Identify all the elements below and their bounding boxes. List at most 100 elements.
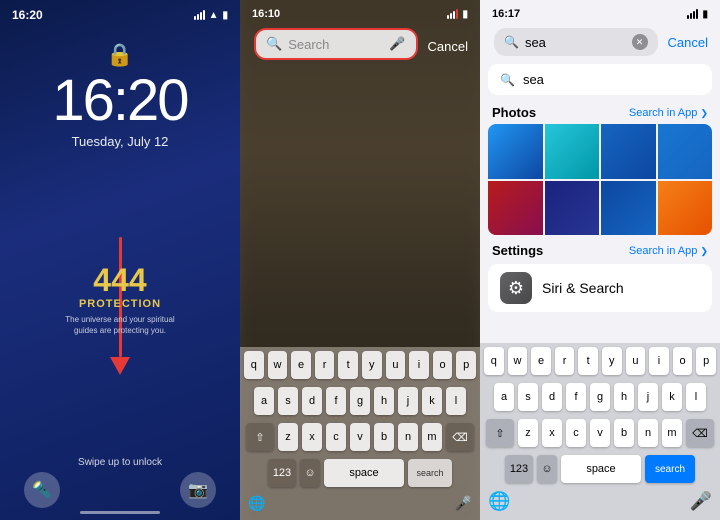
key-g[interactable]: g [350,387,370,415]
r-key-d[interactable]: d [542,383,562,411]
r-key-l[interactable]: l [686,383,706,411]
r-key-e[interactable]: e [531,347,551,375]
r-key-u[interactable]: u [626,347,646,375]
r-key-n[interactable]: n [638,419,658,447]
r-shift-key[interactable]: ⇧ [486,419,514,447]
protection-label: PROTECTION [60,298,180,310]
backspace-key[interactable]: ⌫ [446,423,474,451]
key-w[interactable]: w [268,351,288,379]
key-k[interactable]: k [422,387,442,415]
spotlight-status-icons: ▮ [447,9,468,20]
key-j[interactable]: j [398,387,418,415]
flashlight-button[interactable]: 🔦 [24,472,60,508]
photos-section-header: Photos Search in App ❯ [480,99,720,122]
photo-6[interactable] [545,181,600,236]
photo-1[interactable] [488,124,543,179]
r-key-i[interactable]: i [649,347,669,375]
key-m[interactable]: m [422,423,442,451]
r-key-x[interactable]: x [542,419,562,447]
r-key-w[interactable]: w [508,347,528,375]
r-mic-key[interactable]: 🎤 [690,491,712,512]
photo-8[interactable] [658,181,713,236]
key-e[interactable]: e [291,351,311,379]
key-d[interactable]: d [302,387,322,415]
key-r[interactable]: r [315,351,335,379]
clear-search-button[interactable]: ✕ [632,34,648,50]
results-cancel-button[interactable]: Cancel [668,35,708,50]
wifi-icon: ▲ [209,10,219,21]
photo-2[interactable] [545,124,600,179]
spotlight-search-bar[interactable]: 🔍 Search 🎤 [254,28,418,60]
key-z[interactable]: z [278,423,298,451]
r-key-j[interactable]: j [638,383,658,411]
key-p[interactable]: p [456,351,476,379]
photos-search-in-app[interactable]: Search in App ❯ [629,107,708,119]
spotlight-search-row: 🔍 Search 🎤 Cancel [240,24,480,64]
r-key-o[interactable]: o [673,347,693,375]
mic-icon[interactable]: 🎤 [389,36,405,52]
r-key-k[interactable]: k [662,383,682,411]
emoji-key[interactable]: ☺ [300,459,320,487]
key-c[interactable]: c [326,423,346,451]
globe-key[interactable]: 🌐 [248,495,265,512]
r-space-key[interactable]: space [561,455,641,483]
r-key-q[interactable]: q [484,347,504,375]
space-key[interactable]: space [324,459,404,487]
r-key-v[interactable]: v [590,419,610,447]
key-i[interactable]: i [409,351,429,379]
photo-4[interactable] [658,124,713,179]
key-s[interactable]: s [278,387,298,415]
r-key-c[interactable]: c [566,419,586,447]
key-u[interactable]: u [386,351,406,379]
mic-key[interactable]: 🎤 [455,495,472,512]
key-o[interactable]: o [433,351,453,379]
spotlight-cancel-button[interactable]: Cancel [428,39,468,54]
r-key-m[interactable]: m [662,419,682,447]
key-a[interactable]: a [254,387,274,415]
lock-status-bar: 16:20 ▲ ▮ [0,0,240,26]
results-screen: 16:17 ▮ 🔍 sea ✕ Cancel 🔍 sea Photos Sear… [480,0,720,520]
results-search-bar[interactable]: 🔍 sea ✕ [494,28,658,56]
r-key-g[interactable]: g [590,383,610,411]
key-l[interactable]: l [446,387,466,415]
r-backspace-key[interactable]: ⌫ [686,419,714,447]
key-n[interactable]: n [398,423,418,451]
search-key[interactable]: search [408,459,452,487]
r-key-z[interactable]: z [518,419,538,447]
r-key-r[interactable]: r [555,347,575,375]
r-globe-key[interactable]: 🌐 [488,491,510,512]
number-key[interactable]: 123 [268,459,296,487]
r-key-s[interactable]: s [518,383,538,411]
shift-key[interactable]: ⇧ [246,423,274,451]
chevron-right-icon: ❯ [700,108,708,118]
r-key-p[interactable]: p [696,347,716,375]
protection-number: 444 [60,264,180,296]
r-keyboard-row-2: a s d f g h j k l [480,379,720,415]
key-f[interactable]: f [326,387,346,415]
r-key-a[interactable]: a [494,383,514,411]
r-key-y[interactable]: y [602,347,622,375]
r-key-h[interactable]: h [614,383,634,411]
key-q[interactable]: q [244,351,264,379]
r-number-key[interactable]: 123 [505,455,533,483]
photo-5[interactable] [488,181,543,236]
camera-button[interactable]: 📷 [180,472,216,508]
key-v[interactable]: v [350,423,370,451]
r-search-key[interactable]: search [645,455,695,483]
photo-3[interactable] [601,124,656,179]
chevron-right-icon: ❯ [700,246,708,256]
siri-search-row[interactable]: ⚙ Siri & Search [488,264,712,312]
suggestion-row[interactable]: 🔍 sea [488,64,712,95]
photo-7[interactable] [601,181,656,236]
key-x[interactable]: x [302,423,322,451]
key-y[interactable]: y [362,351,382,379]
settings-search-in-app[interactable]: Search in App ❯ [629,245,708,257]
r-key-f[interactable]: f [566,383,586,411]
battery-icon: ▮ [702,9,708,20]
key-b[interactable]: b [374,423,394,451]
r-key-b[interactable]: b [614,419,634,447]
key-t[interactable]: t [338,351,358,379]
r-key-t[interactable]: t [578,347,598,375]
r-emoji-key[interactable]: ☺ [537,455,557,483]
key-h[interactable]: h [374,387,394,415]
